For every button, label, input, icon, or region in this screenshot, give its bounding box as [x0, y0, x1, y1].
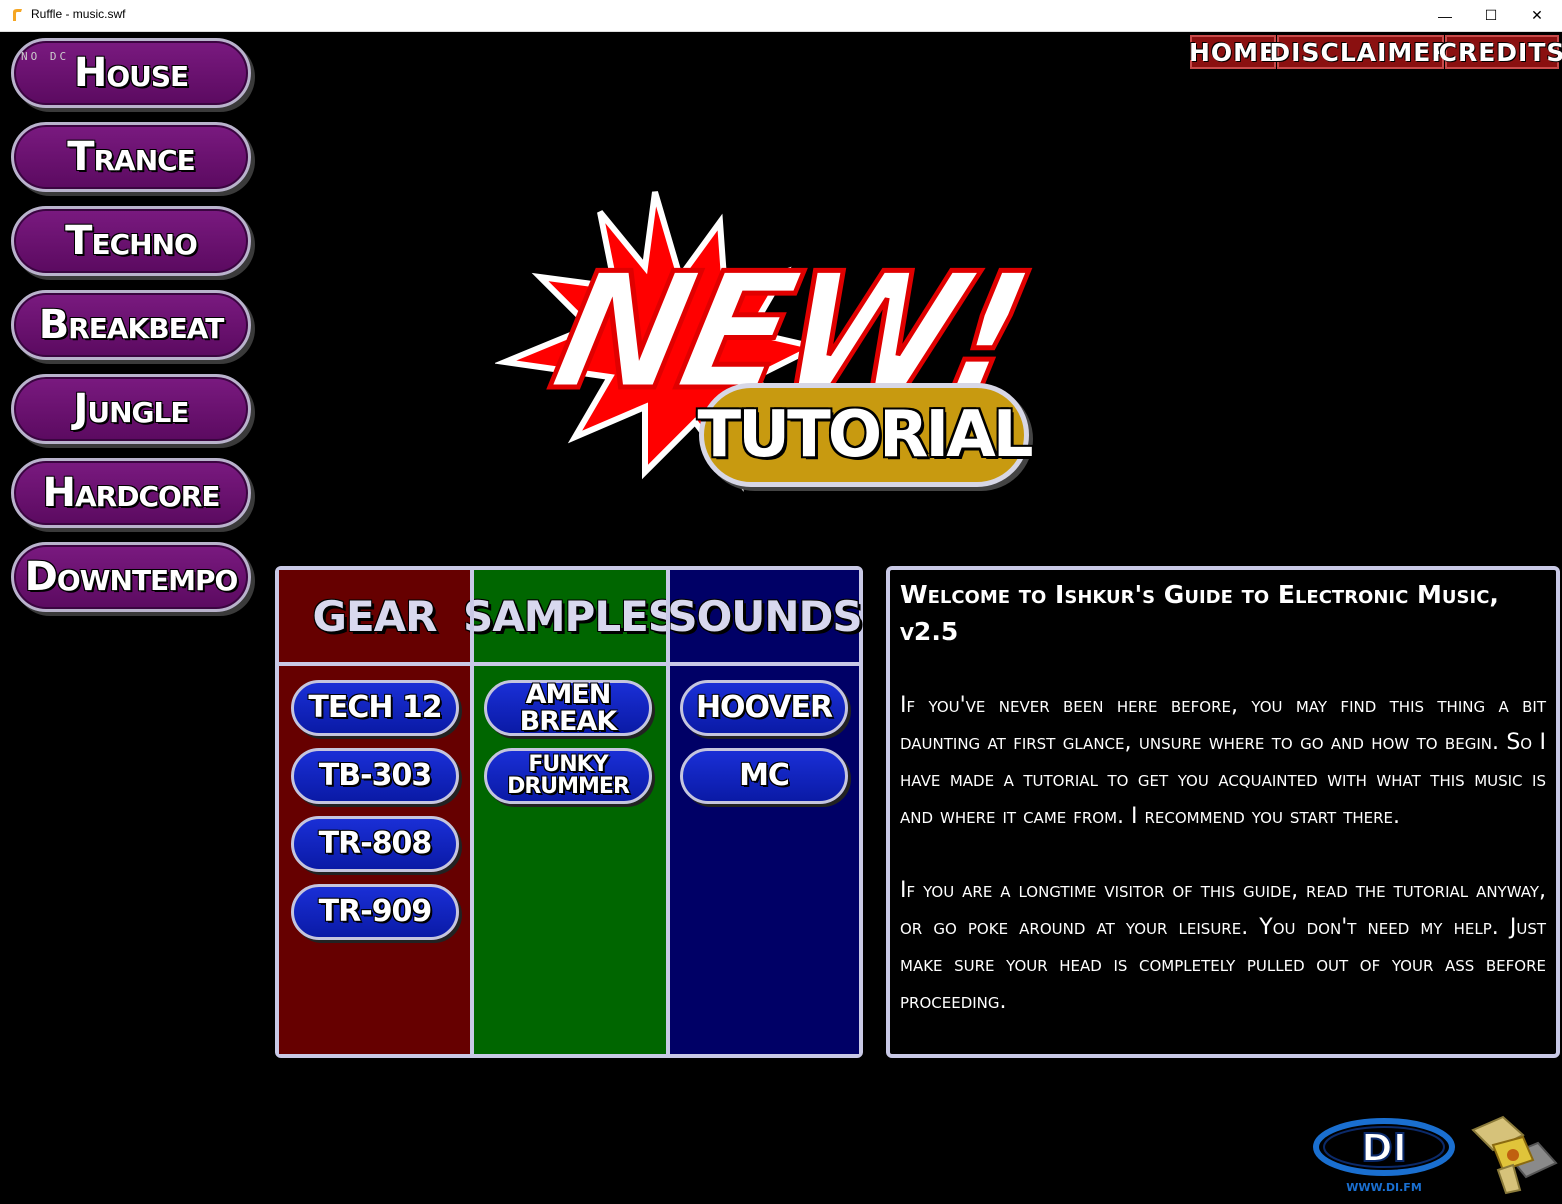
nav-credits-button[interactable]: CREDITS: [1439, 35, 1562, 69]
sounds-header: SOUNDS: [667, 570, 863, 666]
gear-tb303-button[interactable]: TB-303: [291, 748, 459, 804]
sounds-title: SOUNDS: [667, 591, 862, 641]
tutorial-label: TUTORIAL: [697, 398, 1033, 472]
welcome-text-panel: Welcome to Ishkur's Guide to Electronic …: [886, 566, 1560, 1058]
gear-item-label: TB-303: [318, 758, 432, 793]
sounds-hoover-button[interactable]: HOOVER: [680, 680, 848, 736]
tutorial-button[interactable]: TUTORIAL: [697, 383, 1034, 487]
samples-title: SAMPLES: [462, 591, 678, 641]
no-dc-label: NO DC: [21, 50, 70, 63]
gear-item-label: TR-808: [318, 826, 433, 861]
genre-button-jungle[interactable]: Jungle: [11, 374, 251, 444]
nav-disclaimer-label: DISCLAIMER: [1269, 37, 1452, 67]
window-title: Ruffle - music.swf: [31, 7, 126, 21]
sounds-mc-button[interactable]: MC: [680, 748, 848, 804]
maximize-icon: ☐: [1484, 7, 1498, 23]
app-window: Ruffle - music.swf — ☐ ✕ House NO DC Tra…: [0, 0, 1562, 1204]
genre-button-trance[interactable]: Trance: [11, 122, 251, 192]
gear-header: GEAR: [279, 570, 470, 666]
genre-label: House: [73, 50, 189, 96]
genre-button-breakbeat[interactable]: Breakbeat: [11, 290, 251, 360]
samples-item-label: FUNKY DRUMMER: [507, 752, 630, 799]
sounds-item-label: HOOVER: [695, 690, 833, 725]
di-url-text: WWW.DI.FM: [1346, 1181, 1422, 1194]
minimize-icon: —: [1438, 7, 1452, 24]
samples-amen-break-button[interactable]: AMEN BREAK: [484, 680, 652, 736]
genre-button-techno[interactable]: Techno: [11, 206, 251, 276]
genre-label: Hardcore: [42, 470, 221, 516]
column-divider: [470, 570, 474, 1054]
nav-home-button[interactable]: HOME: [1188, 35, 1278, 69]
samples-item-label: AMEN BREAK: [519, 679, 618, 737]
genre-button-hardcore[interactable]: Hardcore: [11, 458, 251, 528]
welcome-paragraph-2: If you are a longtime visitor of this gu…: [900, 878, 1546, 1014]
genre-label: Downtempo: [24, 554, 239, 600]
gear-tr909-button[interactable]: TR-909: [291, 884, 459, 940]
nav-disclaimer-button[interactable]: DISCLAIMER: [1269, 35, 1451, 69]
satellite-logo[interactable]: [1468, 1115, 1558, 1195]
gear-tech12-button[interactable]: TECH 12: [291, 680, 459, 736]
genre-button-downtempo[interactable]: Downtempo: [11, 542, 251, 612]
welcome-title: Welcome to Ishkur's Guide to Electronic …: [900, 580, 1499, 646]
di-fm-logo[interactable]: DI WWW.DI.FM: [1312, 1115, 1457, 1197]
gear-item-label: TECH 12: [308, 690, 442, 725]
gear-title: GEAR: [312, 591, 437, 641]
genre-label: Techno: [65, 218, 198, 264]
samples-column: SAMPLES AMEN BREAK FUNKY DRUMMER: [463, 570, 678, 1054]
genre-button-house[interactable]: House: [11, 38, 251, 108]
gear-column: GEAR TECH 12 TB-303 TR-808 TR-909: [279, 570, 470, 1054]
genre-label: Breakbeat: [38, 302, 225, 348]
column-divider: [666, 570, 670, 1054]
close-button[interactable]: ✕: [1514, 0, 1560, 31]
title-bar: Ruffle - music.swf — ☐ ✕: [0, 0, 1562, 32]
nav-home-label: HOME: [1188, 37, 1278, 67]
sounds-column: SOUNDS HOOVER MC: [667, 570, 863, 1054]
maximize-button[interactable]: ☐: [1468, 0, 1514, 31]
welcome-paragraph-1: If you've never been here before, you ma…: [900, 693, 1546, 829]
satellite-center: [1507, 1149, 1519, 1161]
samples-funky-drummer-button[interactable]: FUNKY DRUMMER: [484, 748, 652, 804]
di-text: DI: [1361, 1126, 1407, 1170]
satellite-panel: [1496, 1163, 1522, 1195]
gear-samples-sounds-panel: GEAR TECH 12 TB-303 TR-808 TR-909 SAMPLE…: [275, 566, 863, 1058]
samples-header: SAMPLES: [463, 570, 678, 666]
genre-label: Jungle: [73, 386, 189, 432]
genre-label: Trance: [67, 134, 196, 180]
close-icon: ✕: [1531, 7, 1543, 23]
gear-item-label: TR-909: [318, 894, 433, 929]
gear-tr808-button[interactable]: TR-808: [291, 816, 459, 872]
sounds-item-label: MC: [739, 758, 790, 793]
ruffle-icon: [13, 9, 22, 21]
nav-credits-label: CREDITS: [1438, 37, 1562, 67]
minimize-button[interactable]: —: [1422, 0, 1468, 31]
